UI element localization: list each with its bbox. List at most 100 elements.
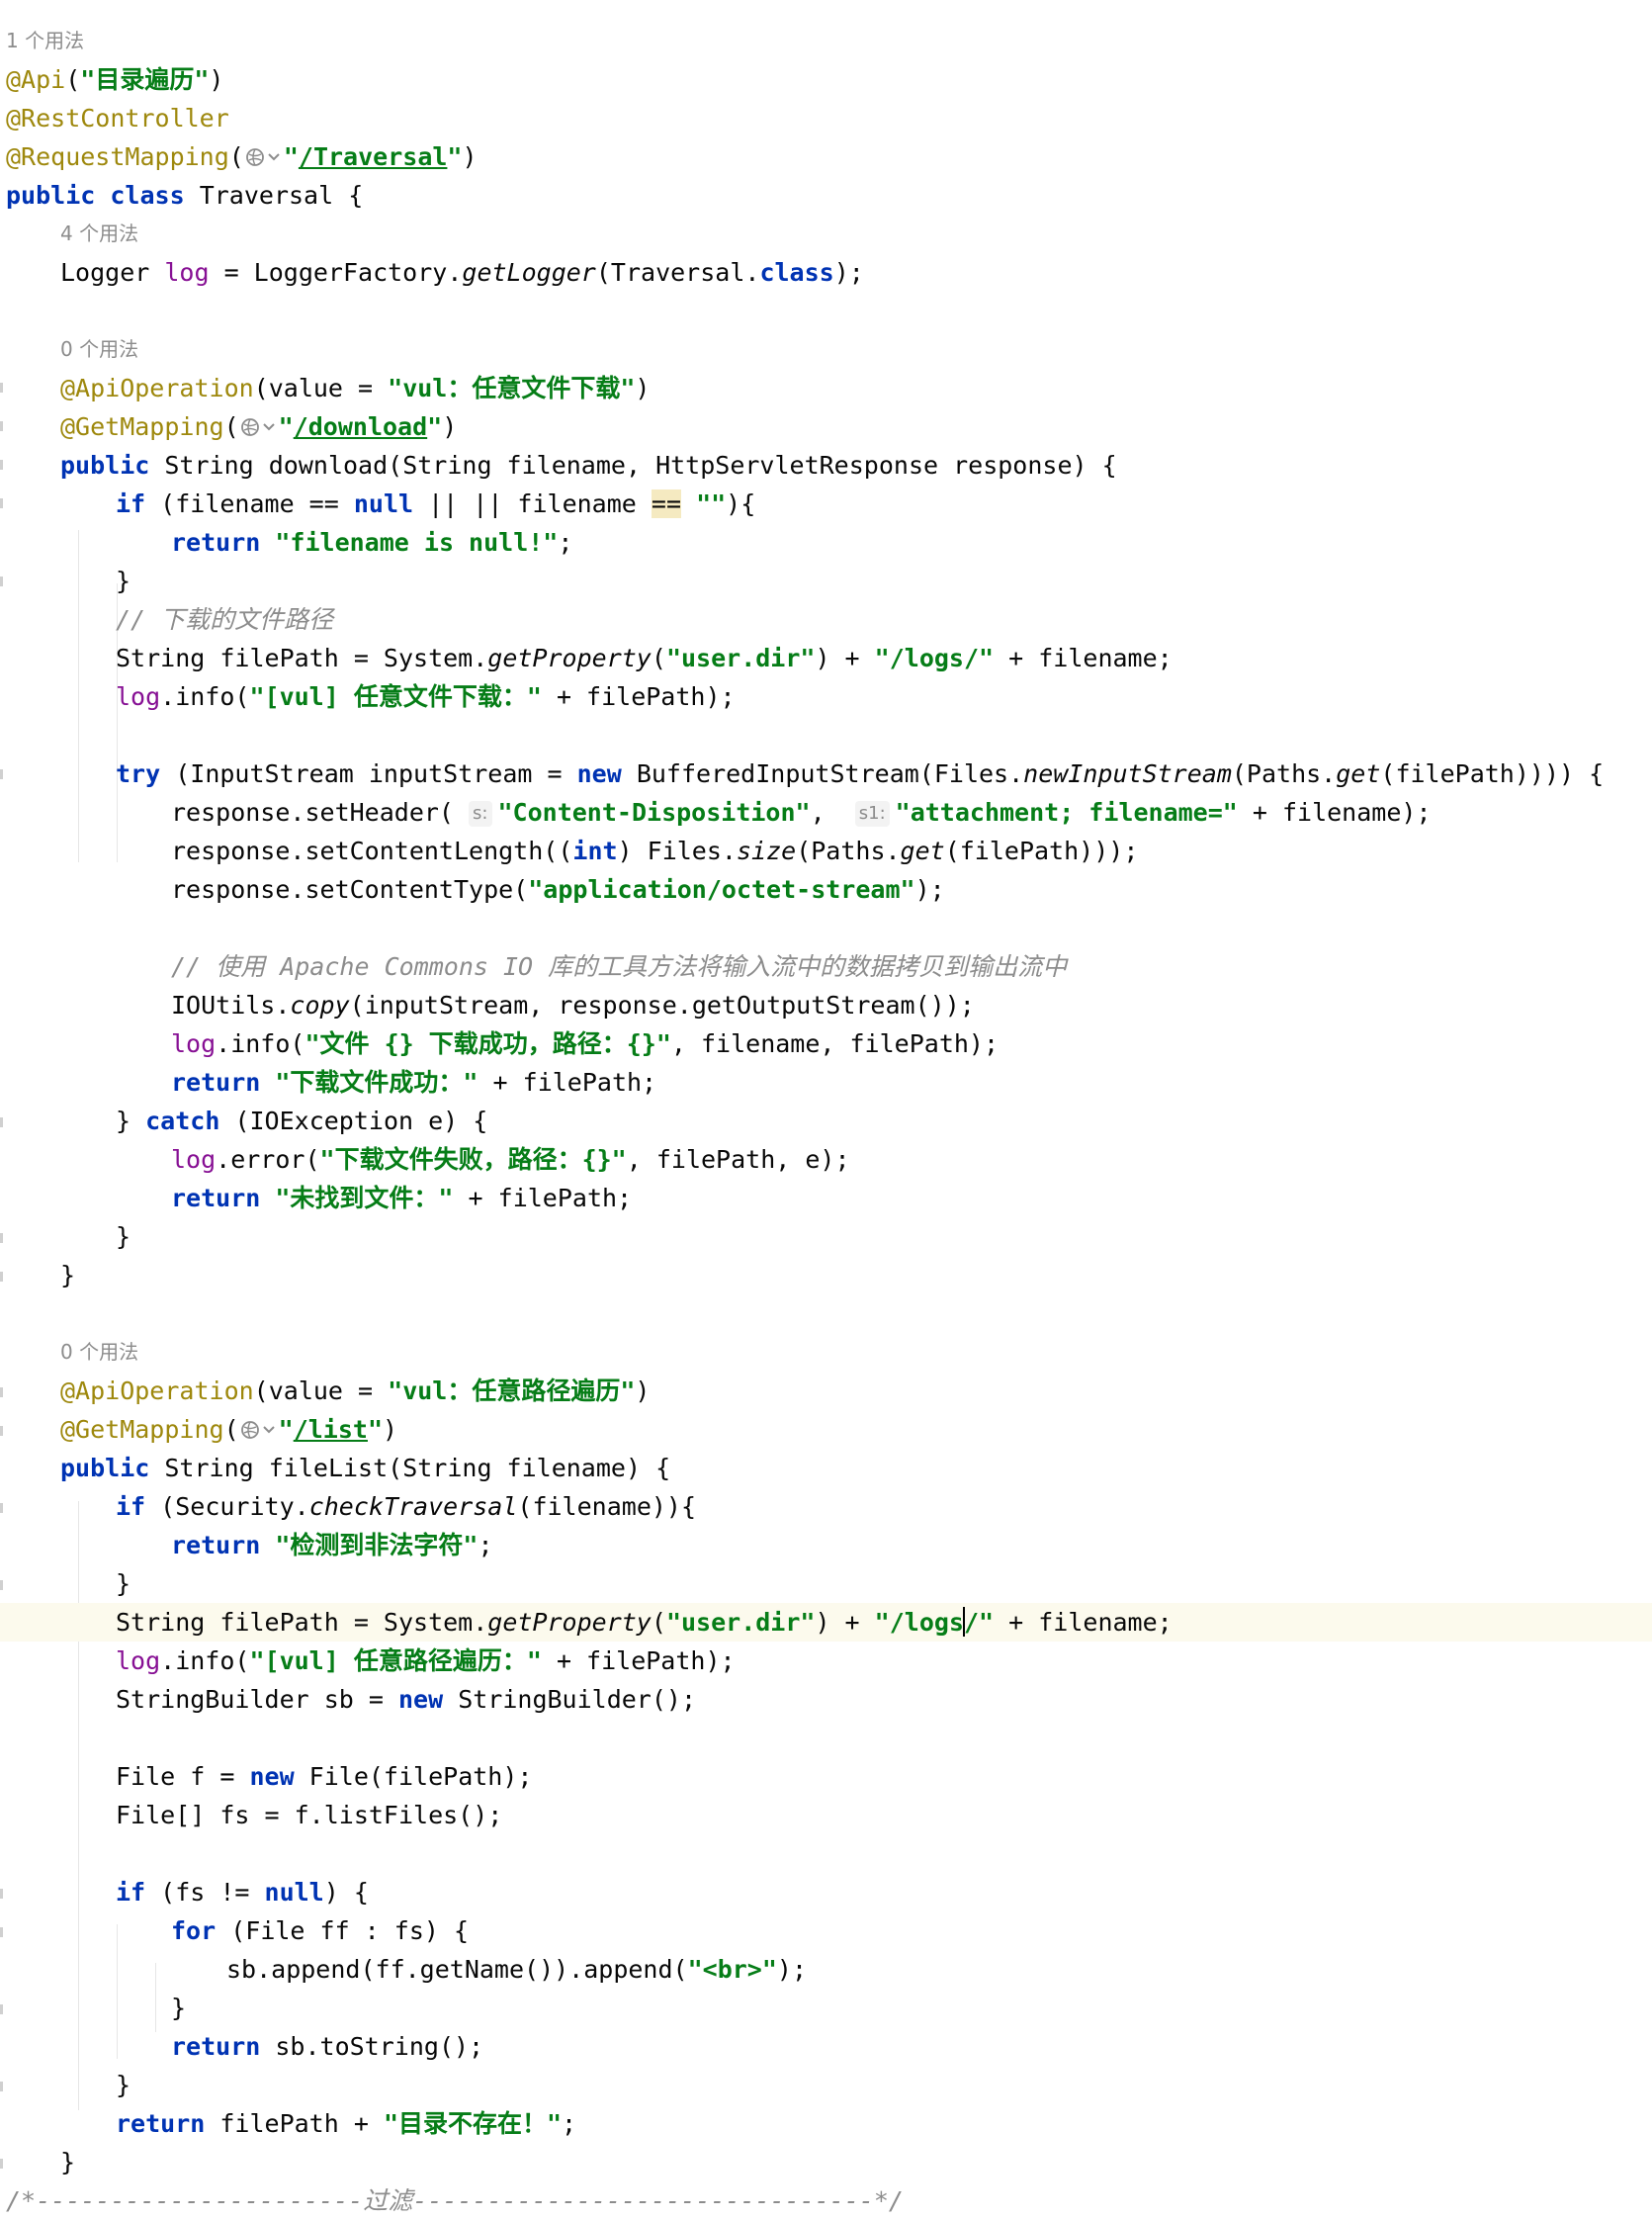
code-line: return filePath + "目录不存在！"; [116, 2109, 577, 2138]
class-name: Traversal [199, 181, 334, 210]
inlay-hint-line: 1 个用法 [0, 22, 1652, 60]
code-text: response.setHeader( [171, 798, 454, 827]
code-line: @GetMapping("/list") [60, 1415, 398, 1444]
code-text: IOUtils. [171, 991, 291, 1020]
code-line: // 使用 Apache Commons IO 库的工具方法将输入流中的数据拷贝… [0, 947, 1652, 986]
code-line: log.info("[vul] 任意路径遍历：" + filePath); [116, 1646, 736, 1675]
code-line: if (filename == null || || filename == "… [116, 489, 756, 518]
string-literal: "/logs/" [874, 644, 995, 672]
code-line: @RestController [0, 99, 1652, 137]
inlay-hint-line: 4 个用法 [0, 215, 1652, 253]
annotation: @GetMapping [60, 412, 224, 441]
code-line: File[] fs = f.listFiles(); [0, 1796, 1652, 1834]
string-literal: "文件 {} 下载成功，路径：{}" [304, 1029, 671, 1058]
inlay-hint-line: 0 个用法 [0, 330, 1652, 369]
code-text: response.setContentType( [171, 875, 529, 904]
code-line: if (fs != null) { [116, 1878, 369, 1907]
code-line: // 下载的文件路径 [0, 600, 1652, 639]
comment: // 下载的文件路径 [116, 605, 334, 634]
code-line: return "下载文件成功：" + filePath; [171, 1068, 657, 1097]
code-line: log.error("下载文件失败，路径：{}", filePath, e); [171, 1145, 850, 1174]
code-text: + filename; [994, 644, 1173, 672]
string-literal: "[vul] 任意路径遍历：" [249, 1646, 542, 1675]
code-text: sb.toString(); [275, 2032, 484, 2061]
code-line: try (InputStream inputStream = new Buffe… [116, 759, 1605, 788]
code-text: + filePath; [478, 1068, 657, 1097]
endpoint-link[interactable]: /Traversal [299, 142, 448, 171]
usages-hint[interactable]: 0 个用法 [60, 1333, 138, 1372]
method-signature: String download(String filename, HttpSer… [164, 451, 1117, 480]
code-text: (inputStream, response.getOutputStream()… [349, 991, 975, 1020]
code-line: } catch (IOException e) { [116, 1107, 488, 1135]
code-line: @Api("目录遍历") [6, 65, 224, 94]
usages-hint[interactable]: 4 个用法 [60, 215, 138, 253]
code-line: response.setContentLength((int) Files.si… [171, 837, 1139, 865]
current-line[interactable]: String filePath = System.getProperty("us… [0, 1603, 1652, 1642]
string-literal: "下载文件成功：" [275, 1068, 478, 1097]
code-line: String filePath = System.getProperty("us… [116, 644, 1173, 672]
code-line: return sb.toString(); [171, 2032, 484, 2061]
code-line: } [60, 1261, 76, 1289]
code-line: if (Security.checkTraversal(filename)){ [116, 1492, 697, 1521]
code-line: response.setContentType("application/oct… [171, 875, 945, 904]
static-method: size [736, 837, 797, 865]
code-text: (Security. [160, 1492, 309, 1521]
code-line: return "检测到非法字符"; [171, 1531, 493, 1559]
code-line: return "filename is null!"; [171, 528, 573, 557]
type-name: Logger [60, 258, 165, 287]
static-method: checkTraversal [308, 1492, 518, 1521]
inlay-hint-line: 0 个用法 [0, 1333, 1652, 1372]
string-literal: "filename is null!" [275, 528, 559, 557]
string-literal: "/logs [874, 1608, 964, 1637]
code-text: sb.append(ff.getName()).append( [226, 1955, 688, 1984]
endpoint-link[interactable]: /download [294, 412, 427, 441]
string-literal: "user.dir" [665, 644, 816, 672]
class-ref: (Traversal. [595, 258, 760, 287]
code-line: public String fileList(String filename) … [60, 1454, 671, 1482]
code-text: (filename)){ [517, 1492, 697, 1521]
code-text: ) Files. [617, 837, 737, 865]
code-text: (filename == [160, 489, 354, 518]
code-text: (InputStream inputStream = [175, 759, 577, 788]
code-line: File f = new File(filePath); [116, 1762, 533, 1791]
code-line: @GetMapping("/download") [60, 412, 458, 441]
code-line: } [116, 1222, 131, 1251]
string-literal: "[vul] 任意文件下载：" [249, 682, 542, 711]
string-literal: "<br>" [687, 1955, 777, 1984]
web-endpoint-icon[interactable] [239, 1419, 279, 1441]
code-text: (File ff : fs) { [230, 1916, 470, 1945]
code-editor[interactable]: 1 个用法 @Api("目录遍历") @RestController @Requ… [0, 0, 1652, 2219]
web-endpoint-icon[interactable] [239, 416, 279, 438]
method-signature: String fileList(String filename) { [164, 1454, 671, 1482]
code-line: log.info("文件 {} 下载成功，路径：{}", filename, f… [171, 1029, 1000, 1058]
annotation: @Api [6, 65, 66, 94]
code-text: + filename); [1237, 798, 1432, 827]
code-line: } [60, 2148, 76, 2176]
string-literal: "Content-Disposition" [497, 798, 811, 827]
code-text: || filename [458, 489, 652, 518]
code-line: for (File ff : fs) { [171, 1916, 470, 1945]
annotation: @RestController [6, 104, 229, 133]
code-line: public class Traversal { [6, 181, 364, 210]
code-text: (IOException e) { [234, 1107, 488, 1135]
code-text: response.setContentLength(( [171, 837, 573, 865]
string-literal: "attachment; filename=" [895, 798, 1238, 827]
usages-hint[interactable]: 1 个用法 [6, 22, 84, 60]
code-text: , filename, filePath); [670, 1029, 1000, 1058]
code-line: } [171, 1994, 187, 2022]
code-text: , filePath, e); [626, 1145, 850, 1174]
code-text: (fs != [160, 1878, 265, 1907]
code-line: public String download(String filename, … [60, 451, 1117, 480]
string-literal: "下载文件失败，路径：{}" [319, 1145, 627, 1174]
parameter-hint: s: [469, 801, 492, 827]
string-literal: "目录遍历" [80, 65, 210, 94]
web-endpoint-icon[interactable] [244, 146, 284, 168]
usages-hint[interactable]: 0 个用法 [60, 330, 138, 369]
code-line: sb.append(ff.getName()).append("<br>"); [226, 1955, 808, 1984]
code-line: } [116, 1569, 131, 1598]
comment: // 使用 Apache Commons IO 库的工具方法将输入流中的数据拷贝… [171, 952, 1068, 981]
static-method: get [1336, 759, 1381, 788]
parameter-hint: s1: [854, 801, 890, 827]
endpoint-link[interactable]: /list [294, 1415, 368, 1444]
string-literal: "vul：任意路径遍历" [388, 1376, 636, 1405]
